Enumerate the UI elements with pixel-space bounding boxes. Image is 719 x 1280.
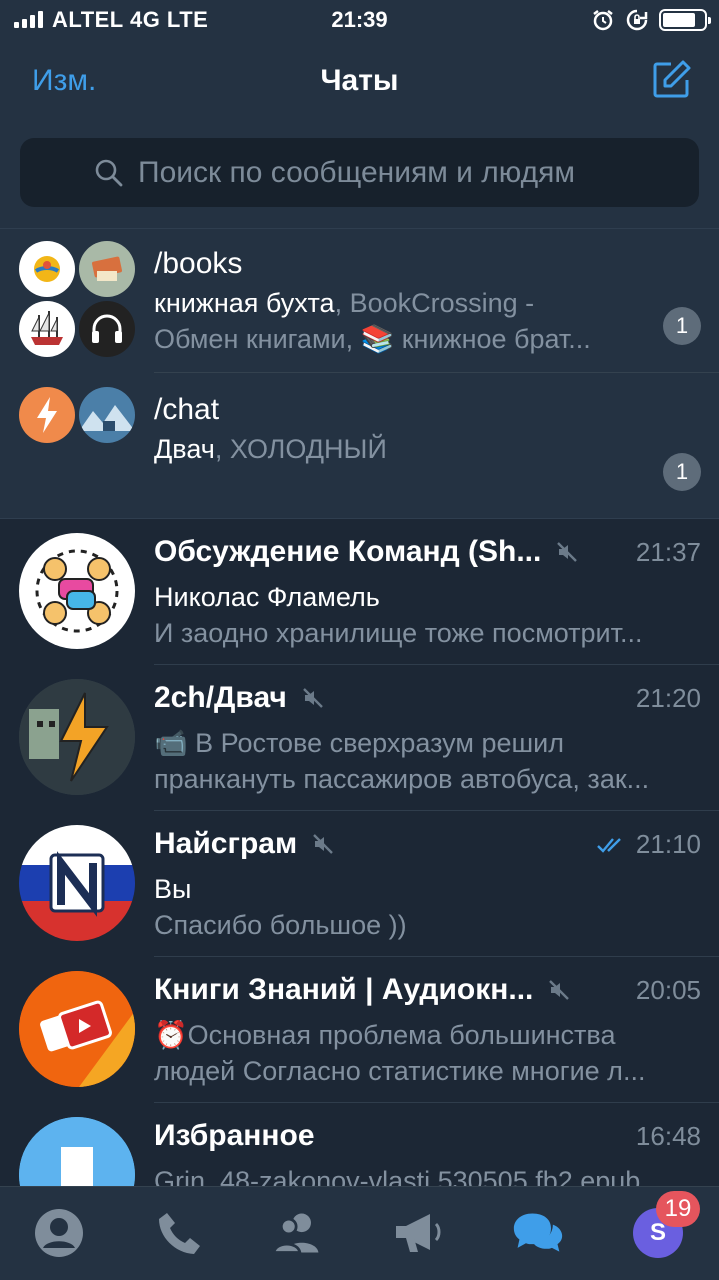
mute-icon <box>549 980 570 1000</box>
message-preview-cont: пранкануть пассажиров автобуса, зак... <box>154 764 650 794</box>
avatar <box>19 971 135 1087</box>
unread-badge: 1 <box>663 307 701 345</box>
message-preview: Спасибо большое )) <box>154 910 407 940</box>
alarm-icon <box>593 10 613 31</box>
chat-name: Избранное <box>154 1119 315 1152</box>
chat-name: Найсграм <box>154 827 298 860</box>
folder-name: /chat <box>154 393 220 426</box>
tab-bar: S 19 <box>0 1186 719 1280</box>
chat-row[interactable]: Обсуждение Команд (Sh... 21:37 Николас Ф… <box>0 519 719 665</box>
folder-highlight-chat: Двач <box>154 434 215 464</box>
chat-name-wrap: Книги Знаний | Аудиокн... <box>154 973 571 1007</box>
avatar <box>19 533 135 649</box>
tab-contacts[interactable] <box>33 1207 85 1259</box>
chats-icon <box>513 1213 563 1252</box>
folder-chats-line-2: Обмен книгами, 📚 книжное брат... <box>154 324 591 354</box>
avatar-lightning <box>19 387 75 443</box>
chat-time-wrap: 21:10 <box>596 829 701 860</box>
message-preview: И заодно хранилище тоже посмотрит... <box>154 618 643 648</box>
folder-chat[interactable]: /chat Двач, ХОЛОДНЫЙ 1 <box>0 373 719 519</box>
rotation-lock-icon <box>626 9 648 31</box>
chat-time: 21:10 <box>635 829 701 859</box>
mute-icon <box>302 688 323 708</box>
chats-header: Изм. Чаты <box>0 40 719 228</box>
folder-highlight-chat: книжная бухта <box>154 288 335 318</box>
chat-row[interactable]: Избранное 16:48 Grin_48-zakonov-vlasti.5… <box>0 1103 719 1186</box>
chat-time: 20:05 <box>635 975 701 1005</box>
avatar-ship <box>19 301 75 357</box>
chat-time: 16:48 <box>635 1121 701 1151</box>
avatar-headphones <box>79 301 135 357</box>
chat-time: 21:37 <box>635 537 701 567</box>
tab-chats[interactable] <box>512 1207 564 1259</box>
battery-icon <box>659 9 711 31</box>
chat-name: Книги Знаний | Аудиокн... <box>154 973 534 1006</box>
avatar <box>19 1117 135 1186</box>
channels-icon <box>396 1214 441 1252</box>
folder-books[interactable]: /books книжная бухта, BookCrossing - Обм… <box>0 229 719 373</box>
chat-row[interactable]: Найсграм 21:10 Вы Спасибо большое )) <box>0 811 719 957</box>
sender-name: Вы <box>154 874 192 904</box>
status-bar: ALTEL 4G LTE 21:39 <box>0 0 719 40</box>
avatar <box>19 679 135 795</box>
unread-badge: 1 <box>663 453 701 491</box>
avatar <box>19 825 135 941</box>
chat-row[interactable]: 2ch/Двач 21:20 📹 В Ростове сверхразум ре… <box>0 665 719 811</box>
folder-chats-line: книжная бухта, BookCrossing - <box>154 285 654 322</box>
calls-icon <box>159 1213 200 1254</box>
folder-avatars <box>19 241 135 357</box>
tab-channels[interactable] <box>392 1207 444 1259</box>
chat-name-wrap: Избранное <box>154 1119 315 1153</box>
unread-count-badge: 19 <box>656 1191 700 1227</box>
page-title: Чаты <box>320 64 399 97</box>
mute-icon <box>557 542 578 562</box>
search-input[interactable] <box>138 155 678 190</box>
chat-row[interactable]: Книги Знаний | Аудиокн... 20:05 ⏰Основна… <box>0 957 719 1103</box>
tab-groups[interactable] <box>272 1207 324 1259</box>
chat-name: 2ch/Двач <box>154 681 287 714</box>
message-preview: 📹 В Ростове сверхразум решил <box>154 728 564 758</box>
double-check-icon <box>597 837 621 853</box>
message-preview: Grin_48-zakonov-vlasti.530505.fb2.epub <box>154 1166 641 1186</box>
groups-icon <box>272 1213 319 1254</box>
avatar-cold <box>79 387 135 443</box>
chat-name-wrap: Обсуждение Команд (Sh... <box>154 535 579 569</box>
folder-name: /books <box>154 247 243 280</box>
avatar-book-bay <box>19 241 75 297</box>
message-preview-cont: людей Согласно статистике многие л... <box>154 1056 646 1086</box>
message-sender: Вы <box>154 871 699 907</box>
message-preview: ⏰Основная проблема большинства <box>154 1020 616 1050</box>
chat-name: Обсуждение Команд (Sh... <box>154 535 542 568</box>
message-sender: Николас Фламель <box>154 579 699 615</box>
chat-name-wrap: 2ch/Двач <box>154 681 325 715</box>
search-icon <box>95 159 123 186</box>
compose-icon[interactable] <box>649 58 693 102</box>
chat-name-wrap: Найсграм <box>154 827 335 861</box>
folder-avatars <box>19 387 135 445</box>
mute-icon <box>313 834 334 854</box>
tab-calls[interactable] <box>153 1207 205 1259</box>
folder-chats-line: Двач, ХОЛОДНЫЙ <box>154 431 654 468</box>
sender-name: Николас Фламель <box>154 582 380 612</box>
folder-list: /books книжная бухта, BookCrossing - Обм… <box>0 228 719 518</box>
chat-time: 21:20 <box>635 683 701 713</box>
folder-chat-names: , ХОЛОДНЫЙ <box>214 434 387 464</box>
contacts-icon <box>35 1209 83 1257</box>
search-bar[interactable] <box>20 138 699 207</box>
avatar-bookcrossing <box>79 241 135 297</box>
chat-list: Обсуждение Команд (Sh... 21:37 Николас Ф… <box>0 518 719 1186</box>
folder-chat-names: , BookCrossing - <box>334 288 535 318</box>
